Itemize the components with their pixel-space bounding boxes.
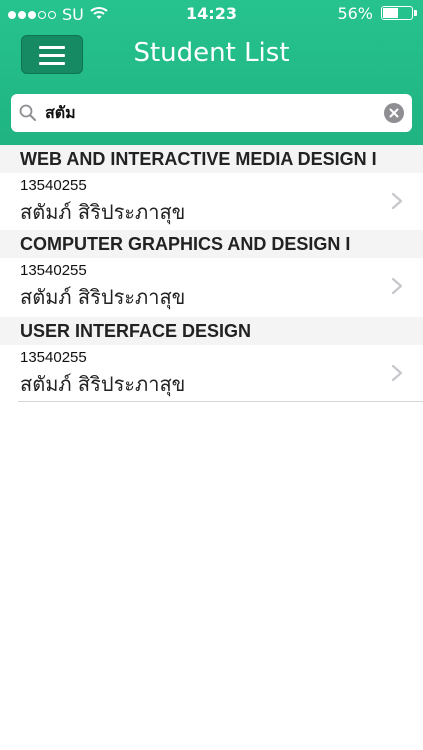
page-title: Student List <box>133 38 290 68</box>
list-item[interactable]: 13540255 สตัมภ์ สิริประภาสุข <box>0 258 423 315</box>
student-name: สตัมภ์ สิริประภาสุข <box>20 200 186 224</box>
app-header: SU 14:23 56% Student List <box>0 0 423 148</box>
search-bar[interactable] <box>11 94 412 132</box>
list-item[interactable]: 13540255 สตัมภ์ สิริประภาสุข <box>0 173 423 230</box>
chevron-right-icon <box>391 192 403 214</box>
battery-icon <box>381 6 413 20</box>
battery-tip <box>414 10 417 16</box>
clear-icon[interactable] <box>384 103 404 123</box>
student-name: สตัมภ์ สิริประภาสุข <box>20 372 186 396</box>
battery-percent: 56% <box>337 4 373 23</box>
section-header: COMPUTER GRAPHICS AND DESIGN I <box>0 230 423 258</box>
row-divider <box>18 401 423 402</box>
section-header: USER INTERFACE DESIGN <box>0 317 423 345</box>
list-item[interactable]: 13540255 สตัมภ์ สิริประภาสุข <box>0 345 423 402</box>
student-id: 13540255 <box>20 349 87 366</box>
student-name: สตัมภ์ สิริประภาสุข <box>20 285 186 309</box>
search-icon <box>19 104 37 126</box>
chevron-right-icon <box>391 277 403 299</box>
battery-fill <box>383 8 399 18</box>
chevron-right-icon <box>391 364 403 386</box>
student-id: 13540255 <box>20 262 87 279</box>
status-bar: SU 14:23 56% <box>0 0 423 28</box>
search-input[interactable] <box>45 99 375 127</box>
section-header: WEB AND INTERACTIVE MEDIA DESIGN I <box>0 145 423 173</box>
student-id: 13540255 <box>20 177 87 194</box>
